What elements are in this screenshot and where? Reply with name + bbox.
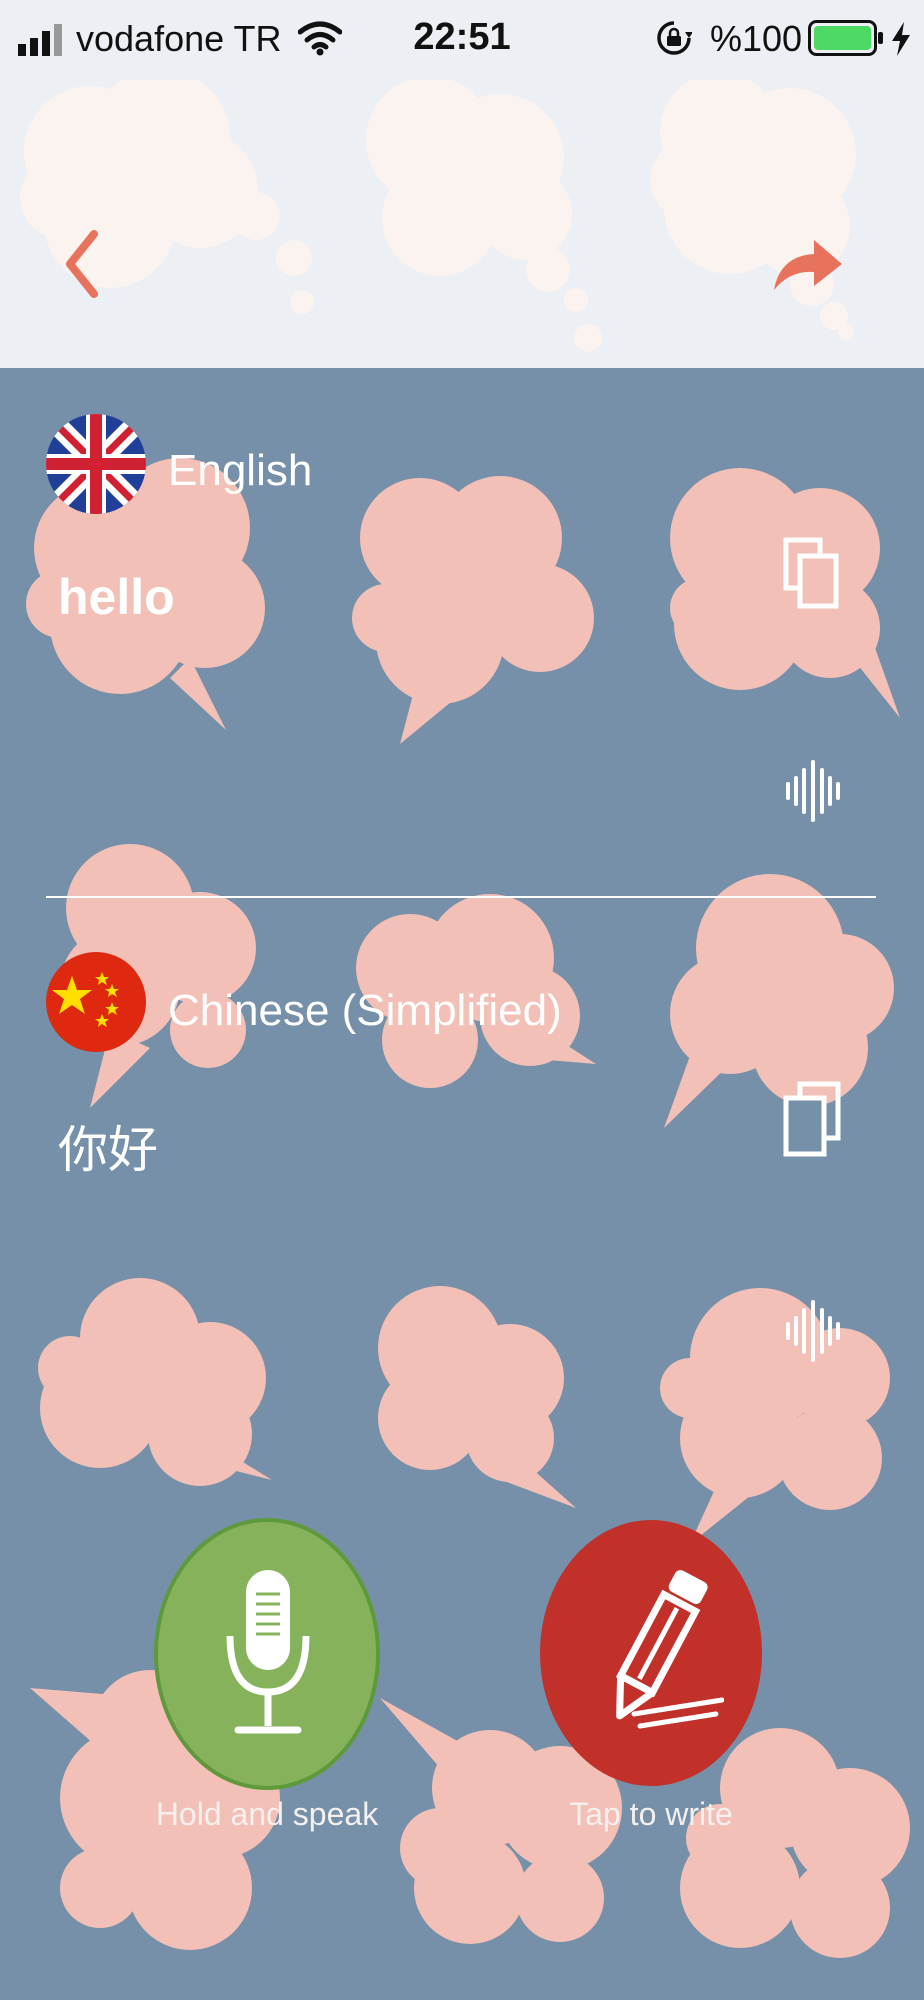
orientation-lock-icon xyxy=(657,21,692,55)
section-divider xyxy=(46,896,876,898)
status-bar: vodafone TR 22:51 %100 xyxy=(0,0,924,80)
back-button[interactable] xyxy=(54,224,114,304)
battery-icon xyxy=(808,20,883,56)
source-language-label[interactable]: English xyxy=(168,446,312,496)
microphone-icon xyxy=(226,1570,310,1734)
tap-to-write-button[interactable] xyxy=(540,1520,762,1786)
target-text[interactable]: 你好 xyxy=(58,1110,158,1182)
header-bar xyxy=(0,80,924,368)
audio-wave-icon[interactable] xyxy=(782,1300,844,1362)
tap-to-write-label: Tap to write xyxy=(569,1796,733,1832)
share-button[interactable] xyxy=(770,230,844,294)
translation-area: English hello Chinese (Simplified) 你好 Ho… xyxy=(0,368,924,2000)
uk-flag-icon xyxy=(46,414,146,514)
thought-clouds-decoration xyxy=(20,80,856,352)
hold-to-speak-button[interactable] xyxy=(154,1518,380,1790)
charging-icon xyxy=(892,22,910,56)
copy-icon[interactable] xyxy=(782,536,842,612)
china-flag-icon xyxy=(46,952,146,1052)
copy-icon[interactable] xyxy=(782,1080,844,1160)
battery-percent: %100 xyxy=(710,18,803,59)
source-text[interactable]: hello xyxy=(58,568,175,626)
hold-to-speak-label: Hold and speak xyxy=(155,1796,379,1832)
target-language-label[interactable]: Chinese (Simplified) xyxy=(168,986,562,1036)
pencil-icon xyxy=(615,1570,724,1729)
audio-wave-icon[interactable] xyxy=(782,760,844,822)
